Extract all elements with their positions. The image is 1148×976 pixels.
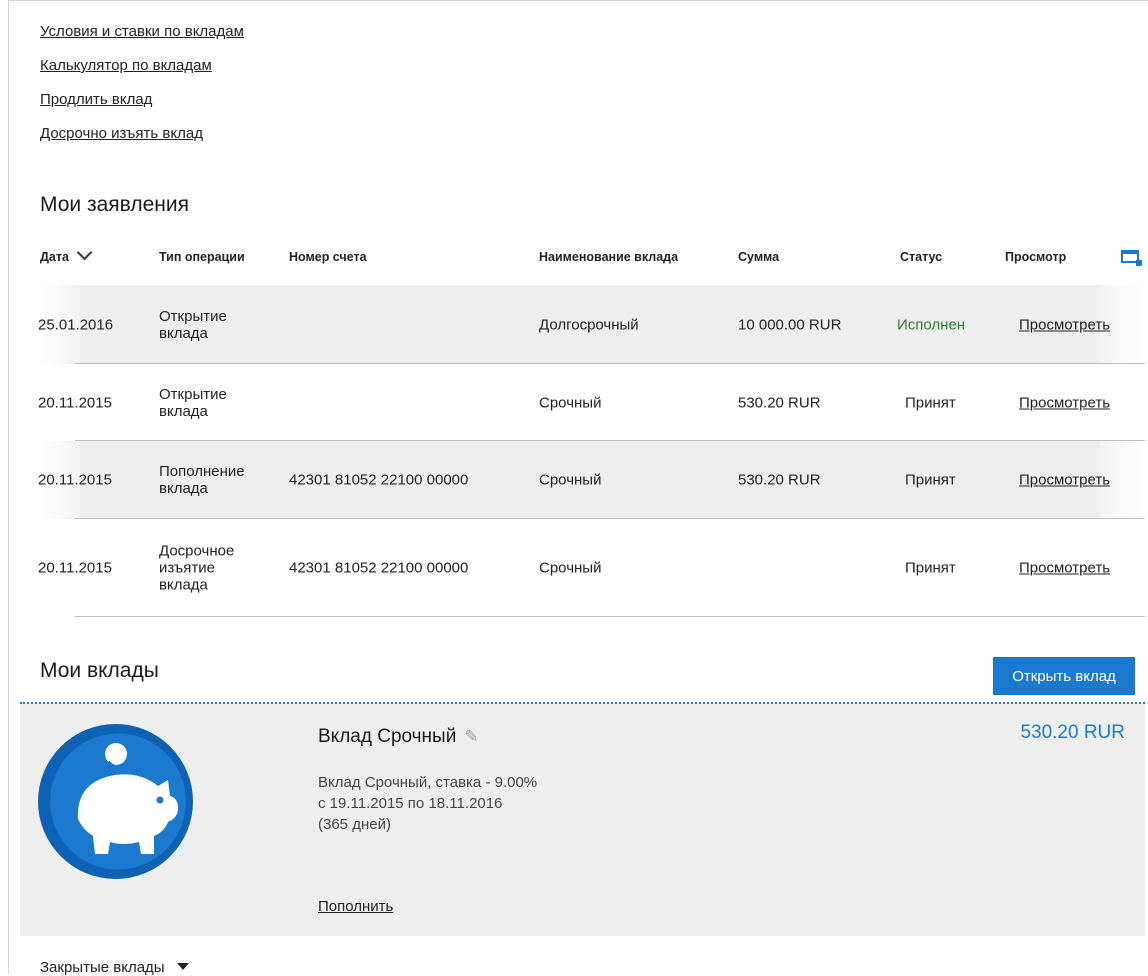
extend-deposit-link[interactable]: Продлить вклад: [40, 92, 244, 126]
row-deposit-name: Долгосрочный: [539, 316, 639, 333]
view-link[interactable]: Просмотреть: [1019, 316, 1110, 333]
deposit-rate: Вклад Срочный, ставка - 9.00%: [318, 774, 538, 791]
row-deposit-name: Срочный: [539, 559, 602, 577]
view-link[interactable]: Просмотреть: [1019, 394, 1110, 411]
closed-deposits-toggle[interactable]: Закрытые вклады: [40, 959, 189, 976]
table-row: 20.11.2015 Досрочное изъятие вклада 4230…: [38, 519, 1145, 617]
view-link[interactable]: Просмотреть: [1019, 560, 1110, 577]
chevron-down-icon[interactable]: [76, 244, 93, 261]
column-deposit-name: Наименование вклада: [539, 250, 679, 264]
row-status: Принят: [905, 394, 956, 411]
column-account: Номер счета: [289, 250, 367, 264]
table-row: 20.11.2015 Открытие вклада Срочный 530.2…: [38, 364, 1145, 441]
deposit-amount: 530.20 RUR: [1020, 722, 1125, 743]
row-status: Исполнен: [897, 316, 966, 333]
row-type: Пополнение вклада: [159, 463, 245, 497]
deposit-card: Вклад Срочный ✎ 530.20 RUR Вклад Срочный,…: [20, 704, 1145, 936]
deposit-period: с 19.11.2015 по 18.11.2016: [318, 795, 503, 812]
row-date: 25.01.2016: [38, 316, 114, 333]
row-status: Принят: [905, 559, 956, 577]
conditions-link[interactable]: Условия и ставки по вкладам: [40, 24, 244, 58]
column-view: Просмотр: [1005, 250, 1067, 264]
view-link[interactable]: Просмотреть: [1019, 472, 1110, 489]
row-deposit-name: Срочный: [539, 471, 602, 489]
table-settings-icon[interactable]: [1121, 250, 1142, 266]
closed-deposits-label: Закрытые вклады: [40, 959, 165, 976]
row-deposit-name: Срочный: [539, 394, 602, 411]
row-status: Принят: [905, 471, 956, 489]
row-type: Открытие вклада: [159, 307, 227, 342]
row-amount: 10 000.00 RUR: [738, 316, 842, 333]
row-type: Открытие вклада: [159, 385, 227, 420]
row-date: 20.11.2015: [38, 394, 112, 411]
row-account: 42301 81052 22100 00000: [289, 559, 469, 577]
row-amount: 530.20 RUR: [738, 394, 821, 411]
open-deposit-button[interactable]: Открыть вклад: [993, 657, 1135, 695]
row-date: 20.11.2015: [38, 559, 112, 577]
column-type: Тип операции: [159, 250, 245, 264]
table-row: 20.11.2015 Пополнение вклада 42301 81052…: [38, 441, 1145, 519]
applications-title: Мои заявления: [40, 193, 189, 216]
pencil-icon[interactable]: ✎: [464, 727, 478, 747]
page-frame-left: [8, 0, 9, 974]
withdraw-early-link[interactable]: Досрочно изъять вклад: [40, 126, 244, 160]
row-type: Досрочное изъятие вклада: [159, 542, 235, 594]
table-row: 25.01.2016 Открытие вклада Долгосрочный …: [38, 285, 1145, 364]
calculator-link[interactable]: Калькулятор по вкладам: [40, 58, 244, 92]
deposit-links: Условия и ставки по вкладам Калькулятор …: [40, 24, 244, 160]
column-status: Статус: [900, 250, 943, 264]
applications-table-header: Дата Тип операции Номер счета Наименован…: [40, 244, 1145, 266]
row-amount: 530.20 RUR: [738, 471, 821, 489]
row-account: 42301 81052 22100 00000: [289, 471, 469, 489]
topup-link[interactable]: Пополнить: [318, 898, 393, 915]
column-date-label: Дата: [40, 250, 69, 264]
deposit-name-text: Вклад Срочный: [318, 726, 457, 747]
deposit-name: Вклад Срочный ✎: [318, 726, 479, 748]
deposits-title: Мои вклады: [40, 659, 159, 682]
column-date[interactable]: Дата: [40, 244, 93, 264]
column-amount: Сумма: [738, 250, 780, 264]
caret-down-icon: [176, 963, 189, 970]
piggy-bank-icon: [38, 724, 193, 879]
deposit-days: (365 дней): [318, 816, 391, 833]
deposit-description: Вклад Срочный, ставка - 9.00% с 19.11.20…: [318, 772, 537, 835]
page-frame-top: [8, 0, 1148, 10]
row-date: 20.11.2015: [38, 471, 112, 489]
